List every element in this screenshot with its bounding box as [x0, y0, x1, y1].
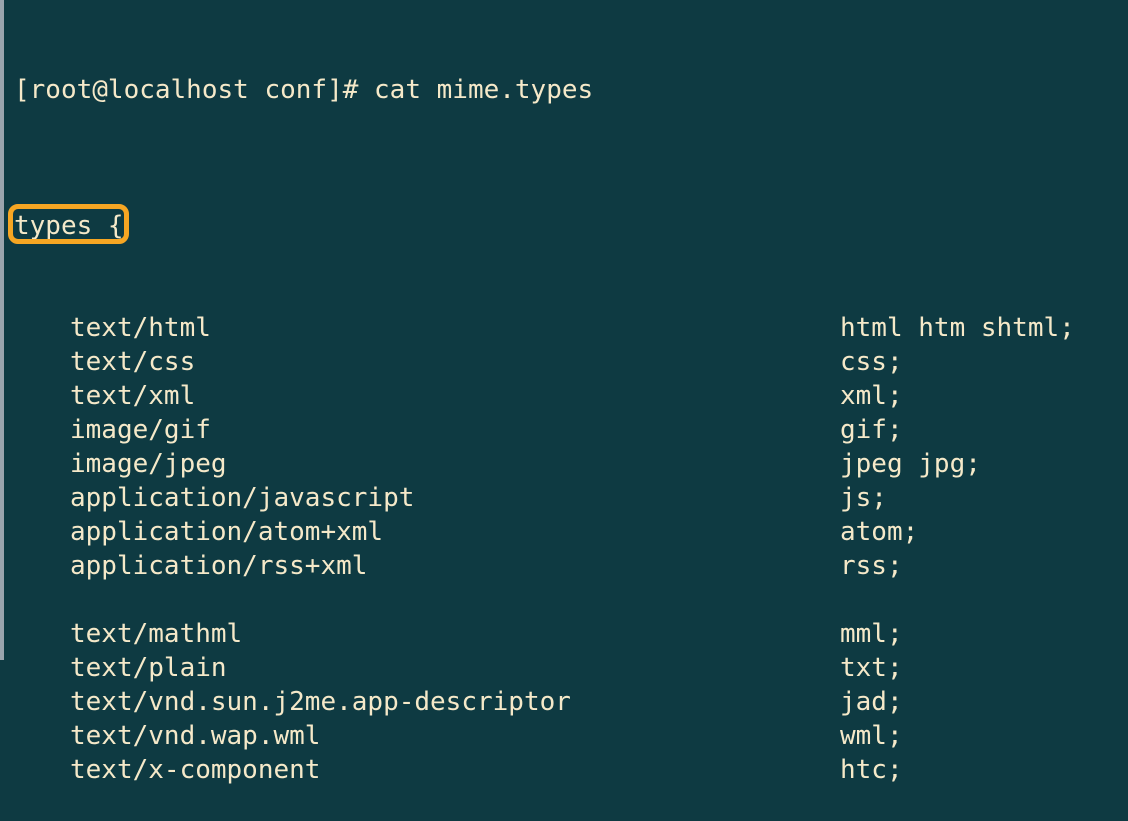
types-open-text: types {: [14, 211, 124, 241]
mime-extensions: jad;: [840, 685, 1118, 719]
mime-type: text/xml: [70, 379, 840, 413]
mime-extensions: wml;: [840, 719, 1118, 753]
indent: [14, 515, 70, 549]
mime-type: text/css: [70, 345, 840, 379]
mime-type: text/mathml: [70, 617, 840, 651]
mime-extensions: mml;: [840, 617, 1118, 651]
mime-extensions: atom;: [840, 515, 1118, 549]
mime-extensions: html htm shtml;: [840, 311, 1118, 345]
mime-row: application/rss+xmlrss;: [14, 549, 1118, 583]
mime-rows-container: text/htmlhtml htm shtml;text/csscss;text…: [14, 311, 1118, 787]
mime-type: application/javascript: [70, 481, 840, 515]
mime-row: text/x-componenthtc;: [14, 753, 1118, 787]
mime-type: image/gif: [70, 413, 840, 447]
mime-type: text/x-component: [70, 753, 840, 787]
mime-type: application/atom+xml: [70, 515, 840, 549]
indent: [14, 719, 70, 753]
indent: [14, 617, 70, 651]
mime-extensions: js;: [840, 481, 1118, 515]
blank-line: [14, 583, 1118, 617]
indent: [14, 413, 70, 447]
mime-row: text/htmlhtml htm shtml;: [14, 311, 1118, 345]
mime-extensions: gif;: [840, 413, 1118, 447]
mime-type: application/rss+xml: [70, 549, 840, 583]
mime-type: image/jpeg: [70, 447, 840, 481]
mime-row: image/gifgif;: [14, 413, 1118, 447]
mime-row: image/jpegjpeg jpg;: [14, 447, 1118, 481]
indent: [14, 685, 70, 719]
shell-prompt-line: [root@localhost conf]# cat mime.types: [14, 73, 1118, 107]
indent: [14, 447, 70, 481]
mime-row: text/plaintxt;: [14, 651, 1118, 685]
terminal-output: [root@localhost conf]# cat mime.types ty…: [4, 0, 1128, 821]
mime-type: text/html: [70, 311, 840, 345]
indent: [14, 345, 70, 379]
indent: [14, 379, 70, 413]
mime-type: text/plain: [70, 651, 840, 685]
mime-type: text/vnd.wap.wml: [70, 719, 840, 753]
mime-extensions: jpeg jpg;: [840, 447, 1118, 481]
mime-row: text/xmlxml;: [14, 379, 1118, 413]
mime-extensions: css;: [840, 345, 1118, 379]
mime-row: text/vnd.sun.j2me.app-descriptorjad;: [14, 685, 1118, 719]
types-open-line: types {: [14, 209, 1118, 243]
indent: [14, 481, 70, 515]
mime-type: text/vnd.sun.j2me.app-descriptor: [70, 685, 840, 719]
mime-row: text/vnd.wap.wmlwml;: [14, 719, 1118, 753]
mime-row: text/mathmlmml;: [14, 617, 1118, 651]
indent: [14, 753, 70, 787]
mime-extensions: txt;: [840, 651, 1118, 685]
indent: [14, 549, 70, 583]
mime-extensions: htc;: [840, 753, 1118, 787]
mime-extensions: xml;: [840, 379, 1118, 413]
mime-row: text/csscss;: [14, 345, 1118, 379]
indent: [14, 311, 70, 345]
mime-row: application/javascriptjs;: [14, 481, 1118, 515]
mime-row: application/atom+xmlatom;: [14, 515, 1118, 549]
mime-extensions: rss;: [840, 549, 1118, 583]
indent: [14, 651, 70, 685]
